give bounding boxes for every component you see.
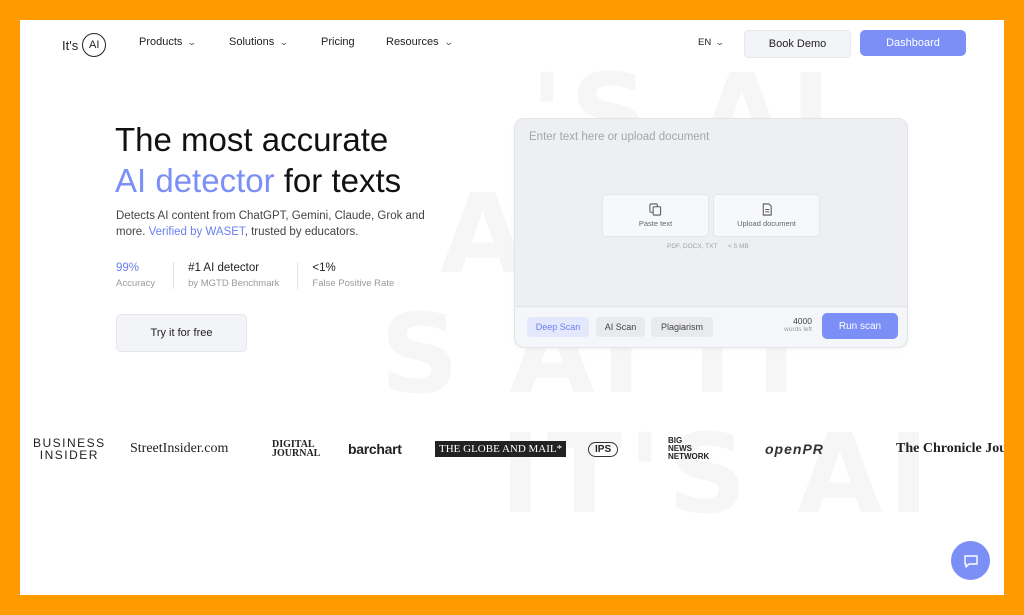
words-count: 4000 <box>793 316 812 326</box>
nav-resources-label: Resources <box>386 36 439 48</box>
book-demo-button[interactable]: Book Demo <box>744 30 851 58</box>
run-scan-button[interactable]: Run scan <box>822 313 898 339</box>
stat-label: False Positive Rate <box>312 278 395 289</box>
copy-icon <box>649 203 662 216</box>
scan-panel: Enter text here or upload document Paste… <box>514 118 908 348</box>
stat-value: 99% <box>116 262 140 274</box>
hero-title-line2: AI detector for texts <box>115 160 401 201</box>
hero-title-rest: for texts <box>274 162 402 199</box>
chat-icon <box>963 554 978 568</box>
logo-mark: AI <box>82 33 107 57</box>
hero-title: The most accurate AI detector for texts <box>115 119 401 201</box>
try-free-button[interactable]: Try it for free <box>116 314 247 352</box>
logo-chronicle-journal: The Chronicle Journ <box>896 441 1004 456</box>
page: 'S AI AI IT'S S AI IT IT'S AI It's AI Pr… <box>20 20 1004 595</box>
nav-pricing-label: Pricing <box>321 36 355 48</box>
document-icon <box>762 203 772 216</box>
dj-line2: JOURNAL <box>272 448 321 459</box>
chevron-down-icon: ⌄ <box>443 36 454 47</box>
nav-solutions-label: Solutions <box>229 36 275 48</box>
stat-value: <1% <box>312 262 336 274</box>
bnn-line3: NETWORK <box>668 452 710 461</box>
logo-ips: IPS <box>588 434 619 464</box>
stat-accuracy: 99% Accuracy <box>116 262 173 289</box>
logo-globe-and-mail: THE GLOBE AND MAIL* <box>435 434 567 464</box>
top-navigation: It's AI Products ⌄ Solutions ⌄ Pricing R… <box>20 20 1004 66</box>
words-left: 4000 words left <box>768 317 812 334</box>
chat-button[interactable] <box>951 541 990 580</box>
waset-link[interactable]: Verified by WASET <box>149 226 245 238</box>
stat-value: #1 AI detector <box>188 262 260 274</box>
nav-solutions[interactable]: Solutions ⌄ <box>229 36 289 48</box>
upload-document-button[interactable]: Upload document <box>713 194 820 237</box>
stat-benchmark: #1 AI detector by MGTD Benchmark <box>173 262 297 289</box>
bi-line2: INSIDER <box>39 448 99 462</box>
chevron-down-icon: ⌄ <box>715 37 725 47</box>
hero-description: Detects AI content from ChatGPT, Gemini,… <box>116 208 436 240</box>
nav-products[interactable]: Products ⌄ <box>139 36 198 48</box>
mode-plagiarism[interactable]: Plagiarism <box>651 317 713 337</box>
logo-digital-journal: DIGITAL JOURNAL <box>272 434 320 464</box>
nav-pricing[interactable]: Pricing <box>321 36 355 48</box>
supported-formats: PDF, DOCX, TXT <box>667 243 718 250</box>
paste-text-label: Paste text <box>638 219 673 228</box>
stat-label: by MGTD Benchmark <box>188 278 280 289</box>
language-label: EN <box>698 37 712 48</box>
upload-document-label: Upload document <box>737 219 796 228</box>
logo-big-news-network: BIG NEWS NETWORK <box>668 434 709 464</box>
nav-products-label: Products <box>139 36 183 48</box>
stat-label: Accuracy <box>116 278 156 289</box>
words-label: words left <box>784 326 812 333</box>
text-input[interactable]: Enter text here or upload document <box>529 131 709 143</box>
logo[interactable]: It's AI <box>62 33 107 57</box>
size-limit: < 5 MB <box>728 243 749 250</box>
paste-text-button[interactable]: Paste text <box>602 194 709 237</box>
logo-openpr: openPR <box>765 441 824 457</box>
language-selector[interactable]: EN ⌄ <box>698 37 725 48</box>
scan-toolbar: Deep Scan AI Scan Plagiarism 4000 words … <box>515 306 907 347</box>
hero-title-accent: AI detector <box>115 162 275 199</box>
globe-text: THE GLOBE AND MAIL* <box>435 441 567 457</box>
hero-title-line1: The most accurate <box>115 121 389 158</box>
logo-barchart: barchart <box>348 441 402 457</box>
dashboard-button[interactable]: Dashboard <box>860 30 966 56</box>
stat-false-positive: <1% False Positive Rate <box>297 262 412 289</box>
nav-resources[interactable]: Resources ⌄ <box>386 36 454 48</box>
mode-deep-scan[interactable]: Deep Scan <box>527 317 589 337</box>
chevron-down-icon: ⌄ <box>187 36 198 47</box>
mode-ai-scan[interactable]: AI Scan <box>596 317 645 337</box>
ips-text: IPS <box>588 441 619 457</box>
chevron-down-icon: ⌄ <box>279 36 289 47</box>
logo-business-insider: BUSINESS INSIDER <box>33 434 106 464</box>
stats-row: 99% Accuracy #1 AI detector by MGTD Benc… <box>116 262 412 289</box>
hero-desc-part2: , trusted by educators. <box>244 226 359 238</box>
logo-streetinsider: StreetInsider.com <box>130 441 229 456</box>
logo-text: It's <box>62 37 79 53</box>
